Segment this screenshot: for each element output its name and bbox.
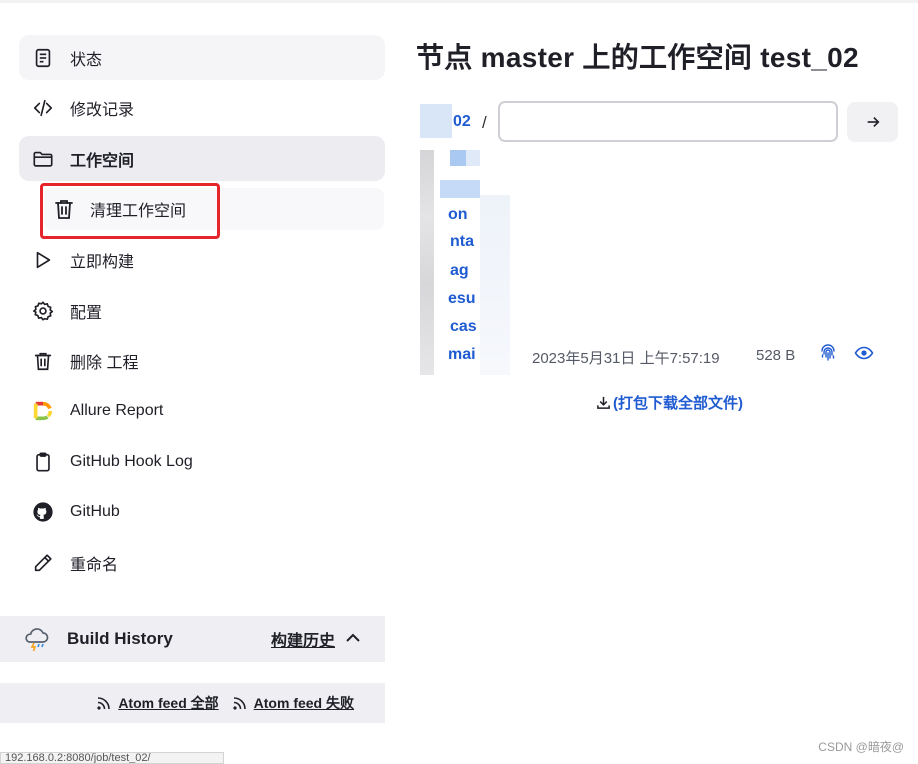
atom-feed-failed-label: Atom feed 失败 <box>253 695 354 711</box>
breadcrumb-link[interactable]: 02 <box>453 113 471 131</box>
atom-feed-failed-link[interactable]: Atom feed 失败 <box>232 693 354 713</box>
sidebar-item-label: GitHub Hook Log <box>70 452 193 470</box>
download-icon <box>597 396 610 409</box>
sidebar-item-rename[interactable]: 重命名 <box>19 540 385 585</box>
sidebar-item-label: 清理工作空间 <box>90 203 187 220</box>
sidebar-item-workspace[interactable]: 工作空间 <box>19 136 385 181</box>
page-title: 节点 master 上的工作空间 test_02 <box>416 42 859 73</box>
blurred-region <box>420 104 452 138</box>
atom-feed-all-label: Atom feed 全部 <box>118 695 219 711</box>
blurred-region <box>450 150 466 166</box>
folder-icon <box>31 147 55 171</box>
github-icon <box>31 500 55 524</box>
pencil-icon <box>31 551 55 575</box>
top-border <box>0 0 918 3</box>
blurred-region <box>480 195 510 375</box>
blurred-region <box>466 150 480 166</box>
sidebar-item-label: Allure Report <box>70 401 164 419</box>
document-icon <box>31 46 55 70</box>
browser-status-url: 192.168.0.2:8080/job/test_02/ <box>0 752 224 764</box>
sidebar-item-label: 配置 <box>70 304 103 322</box>
sidebar-item-delete-project[interactable]: 删除 工程 <box>19 338 385 383</box>
sidebar-item-label: 状态 <box>70 51 103 69</box>
file-link[interactable]: mai <box>448 346 476 366</box>
sidebar-item-build-now[interactable]: 立即构建 <box>19 237 385 282</box>
file-link[interactable]: nta <box>450 233 474 253</box>
atom-feed-bar: Atom feed 全部 Atom feed 失败 <box>0 683 385 723</box>
sidebar-item-label: GitHub <box>70 502 120 520</box>
file-link[interactable]: cas <box>450 318 477 338</box>
sidebar-item-label: 重命名 <box>70 556 119 574</box>
file-size: 528 B <box>756 347 796 364</box>
blurred-icons-column <box>420 150 434 375</box>
file-link[interactable]: esu <box>448 290 476 310</box>
chevron-up-icon[interactable] <box>344 629 362 647</box>
sidebar-item-label: 工作空间 <box>70 152 135 170</box>
sidebar-item-github-hook-log[interactable]: GitHub Hook Log <box>19 439 385 484</box>
rss-icon <box>233 697 246 710</box>
gear-icon <box>31 299 55 323</box>
eye-icon[interactable] <box>854 343 874 363</box>
sidebar-item-allure-report[interactable]: Allure Report <box>19 388 385 433</box>
sidebar-item-status[interactable]: 状态 <box>19 35 385 80</box>
download-all-label: (打包下载全部文件) <box>613 395 743 412</box>
sidebar-item-label: 修改记录 <box>70 101 135 119</box>
sidebar-item-changes[interactable]: 修改记录 <box>19 85 385 130</box>
weather-storm-icon <box>25 628 49 652</box>
sidebar-item-label: 删除 工程 <box>70 354 139 372</box>
trash-icon <box>52 197 76 221</box>
build-history-header: Build History 构建历史 <box>0 616 385 662</box>
sidebar-item-github[interactable]: GitHub <box>19 489 385 534</box>
build-trend-link[interactable]: 构建历史 <box>271 627 335 651</box>
file-date: 2023年5月31日 上午7:57:19 <box>532 350 720 367</box>
fingerprint-icon[interactable] <box>818 343 838 363</box>
trash-icon <box>31 349 55 373</box>
workspace-path-input[interactable] <box>498 101 838 142</box>
code-icon <box>31 96 55 120</box>
play-icon <box>31 248 55 272</box>
sidebar-item-label: 立即构建 <box>70 253 135 271</box>
file-link[interactable]: on <box>448 206 468 226</box>
sidebar-item-wipe-workspace[interactable]: 清理工作空间 <box>44 188 384 230</box>
download-all-link[interactable]: (打包下载全部文件) <box>596 392 743 413</box>
breadcrumb-separator: / <box>482 113 487 132</box>
go-button[interactable] <box>847 102 898 142</box>
clipboard-icon <box>31 450 55 474</box>
rss-icon <box>97 697 111 710</box>
blurred-region <box>440 180 480 198</box>
watermark: CSDN @暗夜@ <box>818 740 904 754</box>
arrow-right-icon <box>867 116 879 128</box>
atom-feed-all-link[interactable]: Atom feed 全部 <box>96 693 219 713</box>
sidebar-item-configure[interactable]: 配置 <box>19 288 385 333</box>
file-link[interactable]: ag <box>450 262 469 282</box>
build-history-title: Build History <box>67 629 173 648</box>
allure-logo-icon <box>31 399 55 423</box>
